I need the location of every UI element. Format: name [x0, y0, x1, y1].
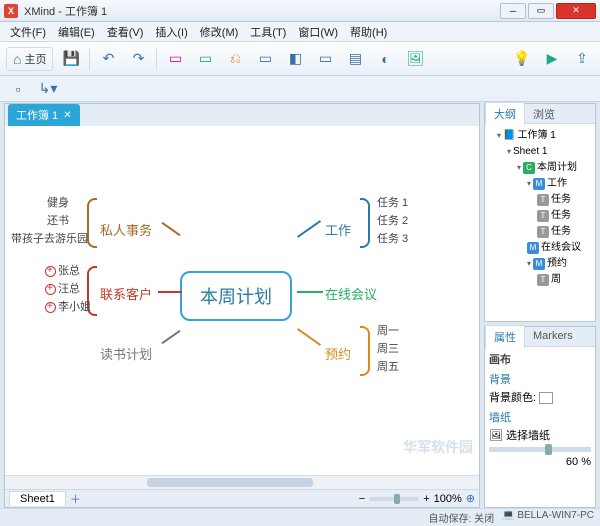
leaf-zhang[interactable]: 张总: [45, 262, 80, 278]
leaf-task1[interactable]: 任务 1: [377, 194, 408, 210]
topic-contacts[interactable]: 联系客户: [100, 284, 152, 303]
tab-browse[interactable]: 浏览: [525, 103, 563, 125]
sheet-tabstrip: Sheet1 ＋ − + 100% ⊕: [5, 489, 479, 507]
bg-color-label: 背景颜色:: [489, 392, 536, 404]
summary-button[interactable]: ◧: [283, 47, 307, 71]
share-button[interactable]: ⇪: [570, 47, 594, 71]
leaf-returnbook[interactable]: 还书: [47, 212, 69, 228]
subtopic-button[interactable]: ▭: [193, 47, 217, 71]
marker-button[interactable]: ◐: [373, 47, 397, 71]
status-bar: 自动保存: 关闭 💻 BELLA-WIN7-PC: [0, 508, 600, 526]
priority-marker-icon: [45, 302, 56, 313]
menu-window[interactable]: 窗口(W): [292, 22, 344, 42]
menu-help[interactable]: 帮助(H): [344, 22, 393, 42]
tab-properties[interactable]: 属性: [485, 325, 525, 349]
leaf-li[interactable]: 李小姐: [45, 298, 91, 314]
secondary-toolbar: ▫ ↳▾: [0, 76, 600, 102]
present-button[interactable]: ▶: [540, 47, 564, 71]
document-tabstrip: 工作簿 1 ✕: [5, 104, 479, 126]
menu-insert[interactable]: 插入(I): [149, 22, 193, 42]
menu-file[interactable]: 文件(F): [4, 22, 52, 42]
tab-markers[interactable]: Markers: [525, 327, 581, 345]
zoom-fit-button[interactable]: ⊕: [466, 492, 475, 505]
section-background: 背景: [489, 371, 591, 387]
central-topic[interactable]: 本周计划: [180, 271, 292, 321]
home-button[interactable]: ⌂ 主页: [6, 47, 53, 71]
autosave-status: 自动保存: 关闭: [429, 510, 495, 525]
section-wallpaper: 墙纸: [489, 409, 591, 425]
window-title: XMind - 工作簿 1: [24, 3, 498, 19]
leaf-wed[interactable]: 周三: [377, 340, 399, 356]
home-icon: ⌂: [13, 51, 21, 67]
zoom-out-button[interactable]: −: [359, 493, 365, 505]
home-label: 主页: [24, 51, 46, 67]
save-button[interactable]: 💾: [59, 47, 83, 71]
topic-work[interactable]: 工作: [325, 220, 351, 239]
zoom-slider[interactable]: [369, 497, 419, 501]
minimize-button[interactable]: ─: [500, 3, 526, 19]
app-logo-icon: X: [4, 4, 18, 18]
canvas-scrollbar[interactable]: [5, 475, 479, 489]
wallpaper-select[interactable]: 🖼 选择墙纸: [489, 427, 591, 443]
redo-button[interactable]: ↷: [126, 47, 150, 71]
priority-marker-icon: [45, 284, 56, 295]
document-tab[interactable]: 工作簿 1 ✕: [8, 104, 80, 126]
mindmap-canvas[interactable]: 本周计划 私人事务 健身 还书 带孩子去游乐园 联系客户 张总 汪总 李小姐 读…: [5, 126, 479, 475]
leaf-park[interactable]: 带孩子去游乐园: [11, 230, 88, 246]
menu-tools[interactable]: 工具(T): [244, 22, 292, 42]
idea-button[interactable]: 💡: [510, 47, 534, 71]
leaf-wang[interactable]: 汪总: [45, 280, 80, 296]
sheet-tab[interactable]: Sheet1: [9, 491, 66, 506]
zoom-control: − + 100% ⊕: [359, 492, 475, 505]
watermark: 华军软件园: [403, 437, 473, 457]
document-tab-label: 工作簿 1: [16, 107, 58, 123]
leaf-task3[interactable]: 任务 3: [377, 230, 408, 246]
close-tab-icon[interactable]: ✕: [63, 110, 71, 121]
canvas-panel: 工作簿 1 ✕ 本周计划 私人事务 健身 还书 带孩子去游乐园 联系客户 张总 …: [4, 103, 480, 508]
side-panels: 大纲 浏览 ▾📘 工作簿 1 ▾Sheet 1 ▾C 本周计划 ▾M 工作 T …: [484, 103, 596, 508]
close-button[interactable]: ✕: [556, 3, 596, 19]
host-name: 💻 BELLA-WIN7-PC: [502, 510, 594, 525]
title-bar: X XMind - 工作簿 1 ─ ▭ ✕: [0, 0, 600, 22]
opacity-value: 60 %: [489, 456, 591, 468]
outline-tree[interactable]: ▾📘 工作簿 1 ▾Sheet 1 ▾C 本周计划 ▾M 工作 T 任务 T 任…: [485, 124, 595, 292]
leaf-task2[interactable]: 任务 2: [377, 212, 408, 228]
main-toolbar: ⌂ 主页 💾 ↶ ↷ ▭ ▭ ⎌ ▭ ◧ ▭ ▤ ◐ 🖼 💡 ▶ ⇪: [0, 42, 600, 76]
image-button[interactable]: 🖼: [403, 47, 427, 71]
expand-button[interactable]: ↳▾: [36, 77, 60, 101]
topic-meeting[interactable]: 在线会议: [325, 284, 377, 303]
topic-reading[interactable]: 读书计划: [100, 344, 152, 363]
priority-marker-icon: [45, 266, 56, 277]
work-area: 工作簿 1 ✕ 本周计划 私人事务 健身 还书 带孩子去游乐园 联系客户 张总 …: [4, 103, 596, 508]
leaf-fri[interactable]: 周五: [377, 358, 399, 374]
outline-panel: 大纲 浏览 ▾📘 工作簿 1 ▾Sheet 1 ▾C 本周计划 ▾M 工作 T …: [484, 103, 596, 322]
note-button[interactable]: ▤: [343, 47, 367, 71]
new-doc-button[interactable]: ▫: [6, 77, 30, 101]
leaf-fitness[interactable]: 健身: [47, 194, 69, 210]
menu-edit[interactable]: 编辑(E): [52, 22, 101, 42]
bg-color-swatch[interactable]: [539, 392, 553, 404]
relation-button[interactable]: ⎌: [223, 47, 247, 71]
zoom-value: 100%: [434, 493, 462, 505]
add-sheet-button[interactable]: ＋: [70, 491, 81, 507]
topic-personal[interactable]: 私人事务: [100, 220, 152, 239]
menu-view[interactable]: 查看(V): [101, 22, 150, 42]
leaf-mon[interactable]: 周一: [377, 322, 399, 338]
boundary-button[interactable]: ▭: [253, 47, 277, 71]
props-subtitle: 画布: [489, 351, 591, 367]
label-button[interactable]: ▭: [313, 47, 337, 71]
menu-bar: 文件(F) 编辑(E) 查看(V) 插入(I) 修改(M) 工具(T) 窗口(W…: [0, 22, 600, 42]
maximize-button[interactable]: ▭: [528, 3, 554, 19]
opacity-slider[interactable]: [489, 447, 591, 452]
bg-color-row: 背景颜色:: [489, 389, 591, 405]
topic-appoint[interactable]: 预约: [325, 344, 351, 363]
tab-outline[interactable]: 大纲: [485, 102, 525, 126]
undo-button[interactable]: ↶: [96, 47, 120, 71]
topic-button[interactable]: ▭: [163, 47, 187, 71]
zoom-in-button[interactable]: +: [423, 493, 429, 505]
menu-modify[interactable]: 修改(M): [194, 22, 245, 42]
properties-panel: 属性 Markers 画布 背景 背景颜色: 墙纸 🖼 选择墙纸 60 %: [484, 326, 596, 508]
